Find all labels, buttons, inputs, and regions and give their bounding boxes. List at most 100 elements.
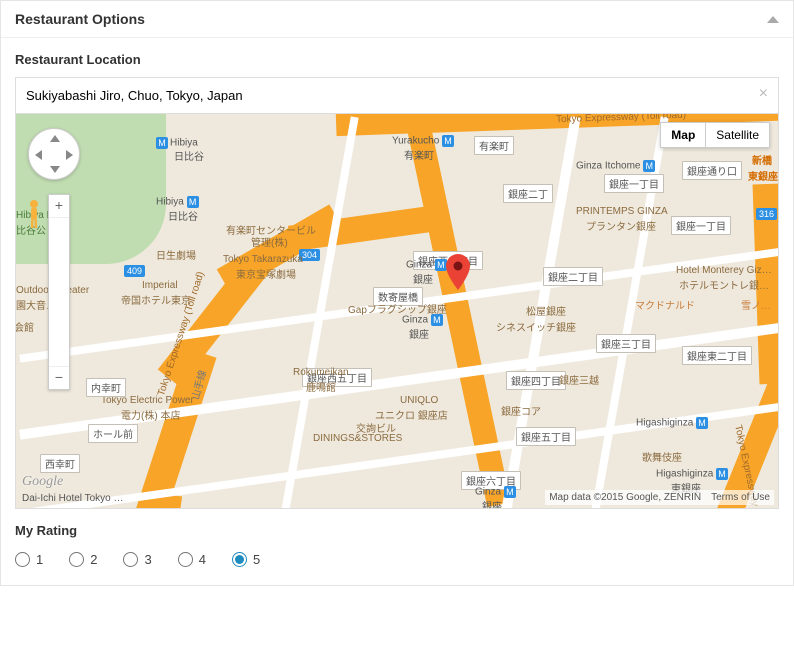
station-label-jp: 有楽町 [404,147,434,162]
zoom-in-button[interactable]: + [49,195,69,217]
poi-label: Imperial [142,280,178,291]
map-attribution: Map data ©2015 Google, ZENRIN Terms of U… [545,490,774,505]
rating-radio[interactable] [178,552,193,567]
poi-label: Gapフラグシップ銀座 [348,301,447,316]
panel-body: Restaurant Location × [1,38,793,585]
map-type-satellite-button[interactable]: Satellite [705,122,770,148]
station-label: Higashiginza M [636,417,710,429]
poi-label: DININGS&STORES [313,433,402,444]
station-label-jp: 日比谷 [168,208,198,223]
poi-label: Rokumeikan [293,367,349,378]
rating-radio[interactable] [69,552,84,567]
station-label: Ginza Itchome M [576,160,657,172]
rating-option-3[interactable]: 3 [123,552,151,567]
area-box: 銀座四丁目 [506,371,566,390]
poi-label: マクドナルド [635,297,695,312]
metro-icon: M [696,417,708,429]
poi-label: Tokyo Takarazuka [223,254,303,265]
map-type-control: Map Satellite [660,122,770,148]
area-box: 銀座二丁目 [543,267,603,286]
area-box: 銀座一丁目 [671,216,731,235]
area-label: 新橋 [752,152,772,167]
rating-option-label: 3 [144,552,151,567]
metro-icon: M [442,135,454,147]
restaurant-options-panel: Restaurant Options Restaurant Location × [0,0,794,586]
rating-option-label: 1 [36,552,43,567]
poi-label: シネスイッチ銀座 [496,319,576,334]
metro-icon: M [504,486,516,498]
rating-option-4[interactable]: 4 [178,552,206,567]
area-box: 銀座二丁 [503,184,553,203]
pegman-icon[interactable] [26,199,42,229]
rating-label: My Rating [15,509,779,548]
metro-icon: M [716,468,728,480]
rating-option-1[interactable]: 1 [15,552,43,567]
pan-right-icon[interactable] [66,150,73,160]
location-label: Restaurant Location [15,38,779,77]
map-type-map-button[interactable]: Map [660,122,705,148]
poi-label: ホテルモントレ銀… [679,277,769,292]
rating-option-2[interactable]: 2 [69,552,97,567]
map-surface[interactable]: 304 409 316 MHibiya 日比谷 Hibiya M 日比谷 Yur… [16,114,778,508]
poi-label: プランタン銀座 [586,218,656,233]
area-box: 銀座五丁目 [516,427,576,446]
poi-label: 松屋銀座 [526,303,566,318]
poi-label: 銀座三越 [559,372,599,387]
rating-radio[interactable] [232,552,247,567]
google-logo: Google [22,474,63,490]
area-box: 西幸町 [40,454,80,473]
area-box: 銀座東二丁目 [682,346,752,365]
pan-down-icon[interactable] [50,166,60,173]
area-box: 銀座通り口 [682,161,742,180]
pan-control[interactable] [28,128,80,180]
area-box: 有楽町 [474,136,514,155]
panel-title: Restaurant Options [15,11,145,27]
poi-label: 鹿鳴館 [306,379,336,394]
metro-icon: M [187,196,199,208]
location-input-wrap: × [15,77,779,114]
map[interactable]: 304 409 316 MHibiya 日比谷 Hibiya M 日比谷 Yur… [15,114,779,509]
pan-left-icon[interactable] [35,150,42,160]
poi-label: 雪ノ… [741,297,771,312]
station-label: Higashiginza M [656,468,730,480]
route-badge: 409 [124,265,145,277]
poi-label: Dai-Ichi Hotel Tokyo … [22,493,124,504]
poi-label: 東京宝塚劇場 [236,266,296,281]
poi-label: 会館 [15,319,34,334]
location-input[interactable] [16,78,778,113]
panel-header[interactable]: Restaurant Options [1,1,793,38]
poi-label: PRINTEMPS GINZA [576,206,668,217]
zoom-control: + − [48,194,70,390]
pan-up-icon[interactable] [50,135,60,142]
rating-radio[interactable] [123,552,138,567]
collapse-icon[interactable] [767,16,779,23]
station-label: Yurakucho M [392,135,456,147]
poi-label: 電力(株) 本店 [121,407,180,422]
map-marker-icon[interactable] [446,254,470,290]
rating-option-label: 5 [253,552,260,567]
station-label-jp: 銀座 [482,498,502,509]
poi-label: 帝国ホテル東京 [121,292,191,307]
zoom-out-button[interactable]: − [49,367,69,389]
station-label-jp: 日比谷 [174,148,204,163]
poi-label: 銀座コア [501,403,541,418]
rating-radio[interactable] [15,552,30,567]
area-box: 銀座一丁目 [604,174,664,193]
poi-label: 歌舞伎座 [642,449,682,464]
route-badge: 316 [756,208,777,220]
area-box: ホール前 [88,424,138,443]
metro-icon: M [156,137,168,149]
rating-option-5[interactable]: 5 [232,552,260,567]
poi-label: 日生劇場 [156,247,196,262]
area-box: 内幸町 [86,378,126,397]
attribution-text: Map data ©2015 Google, ZENRIN [549,492,701,503]
station-label-jp: 銀座 [409,326,429,341]
zoom-slider[interactable] [49,217,69,367]
station-label: Ginza M [406,259,449,271]
terms-link[interactable]: Terms of Use [711,492,770,503]
poi-label: 管理(株) [251,234,288,249]
close-icon[interactable]: × [759,86,768,102]
rating-option-label: 4 [199,552,206,567]
poi-label: Hotel Monterey Giz… [676,265,772,276]
rating-option-label: 2 [90,552,97,567]
